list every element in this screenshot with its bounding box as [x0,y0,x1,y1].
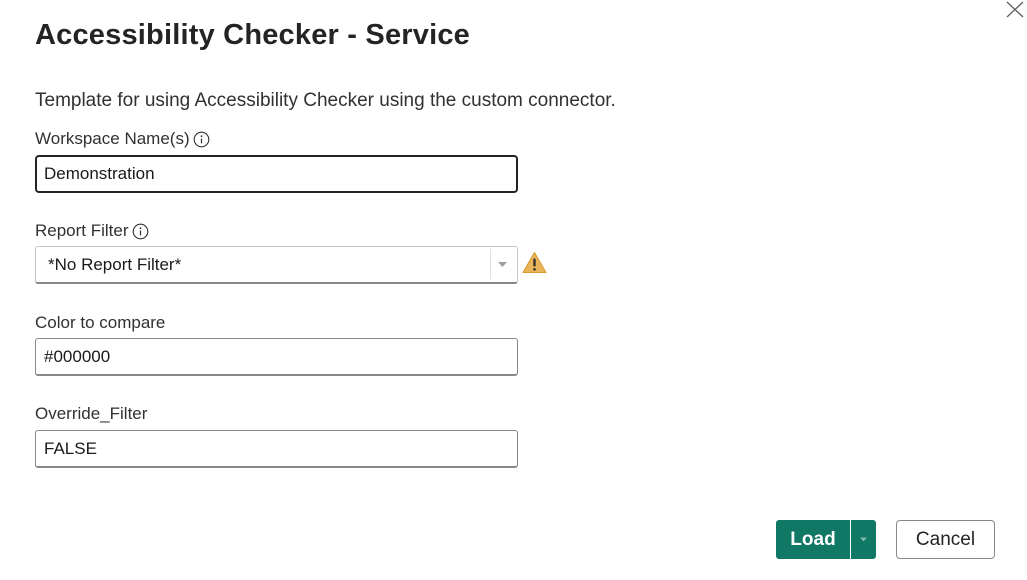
dialog-title: Accessibility Checker - Service [35,19,470,51]
warning-icon [522,252,547,273]
report-filter-selected-value: *No Report Filter* [48,254,182,274]
report-filter-label: Report Filter [35,221,149,241]
override-filter-input[interactable] [35,430,518,468]
info-icon[interactable] [132,223,149,240]
workspace-name-label-text: Workspace Name(s) [35,129,190,148]
load-split-button: Load [776,520,876,559]
cancel-button[interactable]: Cancel [896,520,995,559]
dialog: Accessibility Checker - Service Template… [0,0,1027,580]
chevron-down-icon [498,262,507,267]
close-icon [1006,1,1024,18]
close-button[interactable] [1003,0,1027,20]
dropdown-divider [490,249,491,279]
color-compare-label: Color to compare [35,313,165,333]
override-filter-label-text: Override_Filter [35,404,148,423]
color-compare-input[interactable] [35,338,518,376]
override-filter-label: Override_Filter [35,404,147,424]
load-button[interactable]: Load [776,520,850,559]
report-filter-label-text: Report Filter [35,221,129,240]
report-filter-dropdown[interactable]: *No Report Filter* [35,246,518,284]
load-options-button[interactable] [851,520,876,559]
workspace-name-label: Workspace Name(s) [35,129,210,149]
workspace-name-input[interactable] [35,155,518,193]
dialog-description: Template for using Accessibility Checker… [35,90,616,111]
info-icon[interactable] [193,131,210,148]
color-compare-label-text: Color to compare [35,313,166,332]
chevron-down-icon [860,537,867,542]
